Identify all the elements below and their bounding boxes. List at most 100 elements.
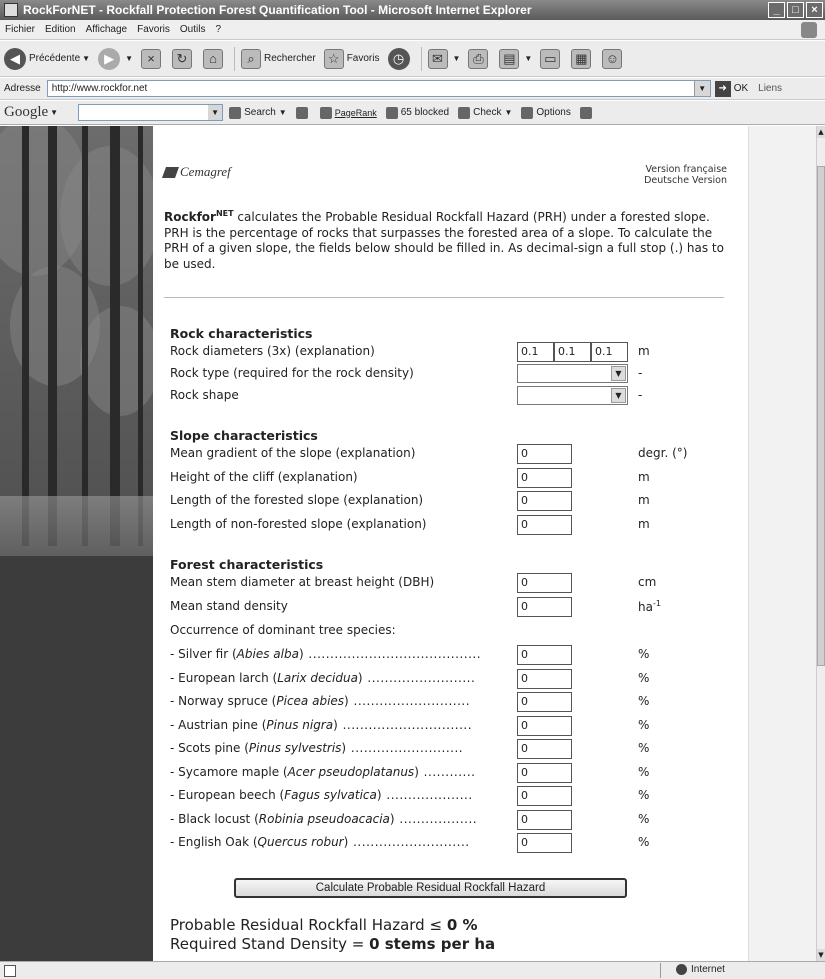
chevron-down-icon[interactable]: ▼ <box>611 366 626 381</box>
dbh-input[interactable]: 0 <box>517 573 572 593</box>
species-percent-input[interactable]: 0 <box>517 809 572 830</box>
google-search-button[interactable]: Search ▼ <box>229 106 287 119</box>
status-bar: Internet <box>0 961 825 979</box>
home-button[interactable]: ⌂ <box>203 48 226 69</box>
species-percent-input[interactable]: 0 <box>517 739 572 759</box>
google-logo[interactable]: Google <box>4 104 48 121</box>
rock-diameter-2-input[interactable]: 0.1 <box>554 342 591 362</box>
popup-blocker-button[interactable]: 65 blocked <box>385 106 449 119</box>
options-button[interactable]: Options <box>521 106 571 119</box>
menu-favoris[interactable]: Favoris <box>137 24 170 35</box>
history-button[interactable]: ◷ <box>387 47 413 70</box>
species-label: - Black locust (Robinia pseudoacacia) ..… <box>170 811 478 826</box>
chevron-down-icon[interactable]: ▼ <box>504 108 512 117</box>
rock-diameters-row: Rock diameters (3x) (explanation) 0.1 0.… <box>170 341 730 363</box>
chevron-down-icon[interactable]: ▼ <box>279 108 287 117</box>
pagerank-button[interactable]: PageRank <box>319 106 377 119</box>
species-unit: % <box>638 647 650 661</box>
species-latin-name: Acer pseudoplatanus <box>287 764 415 779</box>
menu-outils[interactable]: Outils <box>180 24 206 35</box>
rock-type-select[interactable]: ▼ <box>517 364 628 383</box>
chevron-down-icon[interactable]: ▼ <box>693 81 710 96</box>
rock-type-label: Rock type (required for the rock density… <box>170 366 414 380</box>
link-version-francaise[interactable]: Version française <box>644 164 727 175</box>
address-bar: Adresse http://www.rockfor.net ▼ ➜ OK Li… <box>0 78 825 100</box>
species-label: - Austrian pine (Pinus nigra) ..........… <box>170 717 473 732</box>
species-latin-name: Picea abies <box>276 694 345 708</box>
menu-affichage[interactable]: Affichage <box>86 24 128 35</box>
nonforested-length-input[interactable]: 0 <box>517 515 572 535</box>
density-input[interactable]: 0 <box>517 597 572 617</box>
chevron-down-icon[interactable]: ▼ <box>208 105 223 120</box>
go-arrow-icon[interactable]: ➜ <box>714 80 731 97</box>
species-percent-input[interactable]: 0 <box>517 668 572 689</box>
minimize-button[interactable]: _ <box>768 2 785 18</box>
species-latin-name: Abies alba <box>236 647 299 661</box>
chevron-down-icon[interactable]: ▼ <box>453 54 461 63</box>
link-deutsche-version[interactable]: Deutsche Version <box>644 175 727 186</box>
slope-row: Length of the forested slope (explanatio… <box>170 490 730 512</box>
refresh-button[interactable]: ↻ <box>172 48 195 69</box>
links-button[interactable]: Liens <box>758 83 782 94</box>
google-search-input[interactable]: ▼ <box>78 104 224 121</box>
messenger-button[interactable]: ☺ <box>602 48 625 69</box>
back-button[interactable]: ◀ Précédente ▼ <box>4 47 90 70</box>
forested-length-label: Length of the forested slope (explanatio… <box>170 493 424 507</box>
menu-help[interactable]: ? <box>215 24 221 35</box>
print-button[interactable]: ⎙ <box>468 48 491 69</box>
forested-length-input[interactable]: 0 <box>517 491 572 511</box>
chevron-down-icon[interactable]: ▼ <box>524 54 532 63</box>
highlight-button[interactable] <box>579 106 595 119</box>
favorites-button[interactable]: ☆ Favoris <box>323 48 380 69</box>
spellcheck-icon <box>458 106 471 119</box>
species-unit: % <box>638 788 650 802</box>
pagerank-icon <box>319 106 332 119</box>
stop-button[interactable]: × <box>141 48 164 69</box>
menu-edition[interactable]: Edition <box>45 24 76 35</box>
discuss-button[interactable]: ▭ <box>540 48 563 69</box>
maximize-button[interactable]: □ <box>787 2 804 18</box>
google-news-button[interactable] <box>295 106 311 119</box>
research-button[interactable]: ▦ <box>571 48 594 69</box>
species-percent-input[interactable]: 0 <box>517 786 572 806</box>
rock-diameter-3-input[interactable]: 0.1 <box>591 342 628 362</box>
chevron-down-icon[interactable]: ▼ <box>50 108 58 117</box>
species-percent-input[interactable]: 0 <box>517 833 572 853</box>
rock-diameter-1-input[interactable]: 0.1 <box>517 342 554 362</box>
options-icon <box>521 106 534 119</box>
address-input[interactable]: http://www.rockfor.net ▼ <box>46 80 711 97</box>
chevron-down-icon[interactable]: ▼ <box>125 54 133 63</box>
discuss-icon: ▭ <box>540 48 561 69</box>
occurrence-row: Occurrence of dominant tree species: <box>170 620 730 642</box>
mail-button[interactable]: ✉ ▼ <box>427 48 461 69</box>
scroll-thumb[interactable] <box>817 166 825 666</box>
species-percent-input[interactable]: 0 <box>517 692 572 712</box>
menu-bar: Fichier Edition Affichage Favoris Outils… <box>0 20 825 40</box>
language-links: Version française Deutsche Version <box>644 164 727 186</box>
scroll-down-icon[interactable]: ▼ <box>817 949 825 961</box>
species-percent-input[interactable]: 0 <box>517 645 572 665</box>
slope-gradient-input[interactable]: 0 <box>517 444 572 464</box>
vertical-scrollbar[interactable]: ▲ ▼ <box>816 126 825 961</box>
scroll-up-icon[interactable]: ▲ <box>817 126 825 138</box>
species-percent-input[interactable]: 0 <box>517 715 572 736</box>
prh-label: Probable Residual Rockfall Hazard ≤ <box>170 916 443 934</box>
highlighter-icon <box>579 106 592 119</box>
dbh-unit: cm <box>638 575 657 589</box>
spellcheck-button[interactable]: Check ▼ <box>458 106 512 119</box>
close-button[interactable]: × <box>806 2 823 18</box>
species-unit: % <box>638 717 650 732</box>
chevron-down-icon[interactable]: ▼ <box>611 388 626 403</box>
search-button[interactable]: ⌕ Rechercher <box>241 48 316 69</box>
edit-button[interactable]: ▤ ▼ <box>499 48 532 69</box>
forest-photo <box>0 126 153 961</box>
calculate-button[interactable]: Calculate Probable Residual Rockfall Haz… <box>234 878 627 898</box>
menu-fichier[interactable]: Fichier <box>5 24 35 35</box>
cliff-height-input[interactable]: 0 <box>517 468 572 488</box>
go-button[interactable]: OK <box>734 83 748 94</box>
forward-button[interactable]: ▶ ▼ <box>98 47 133 70</box>
chevron-down-icon[interactable]: ▼ <box>82 54 90 63</box>
species-percent-input[interactable]: 0 <box>517 762 572 783</box>
dbh-label: Mean stem diameter at breast height (DBH… <box>170 575 435 589</box>
rock-shape-select[interactable]: ▼ <box>517 386 628 405</box>
